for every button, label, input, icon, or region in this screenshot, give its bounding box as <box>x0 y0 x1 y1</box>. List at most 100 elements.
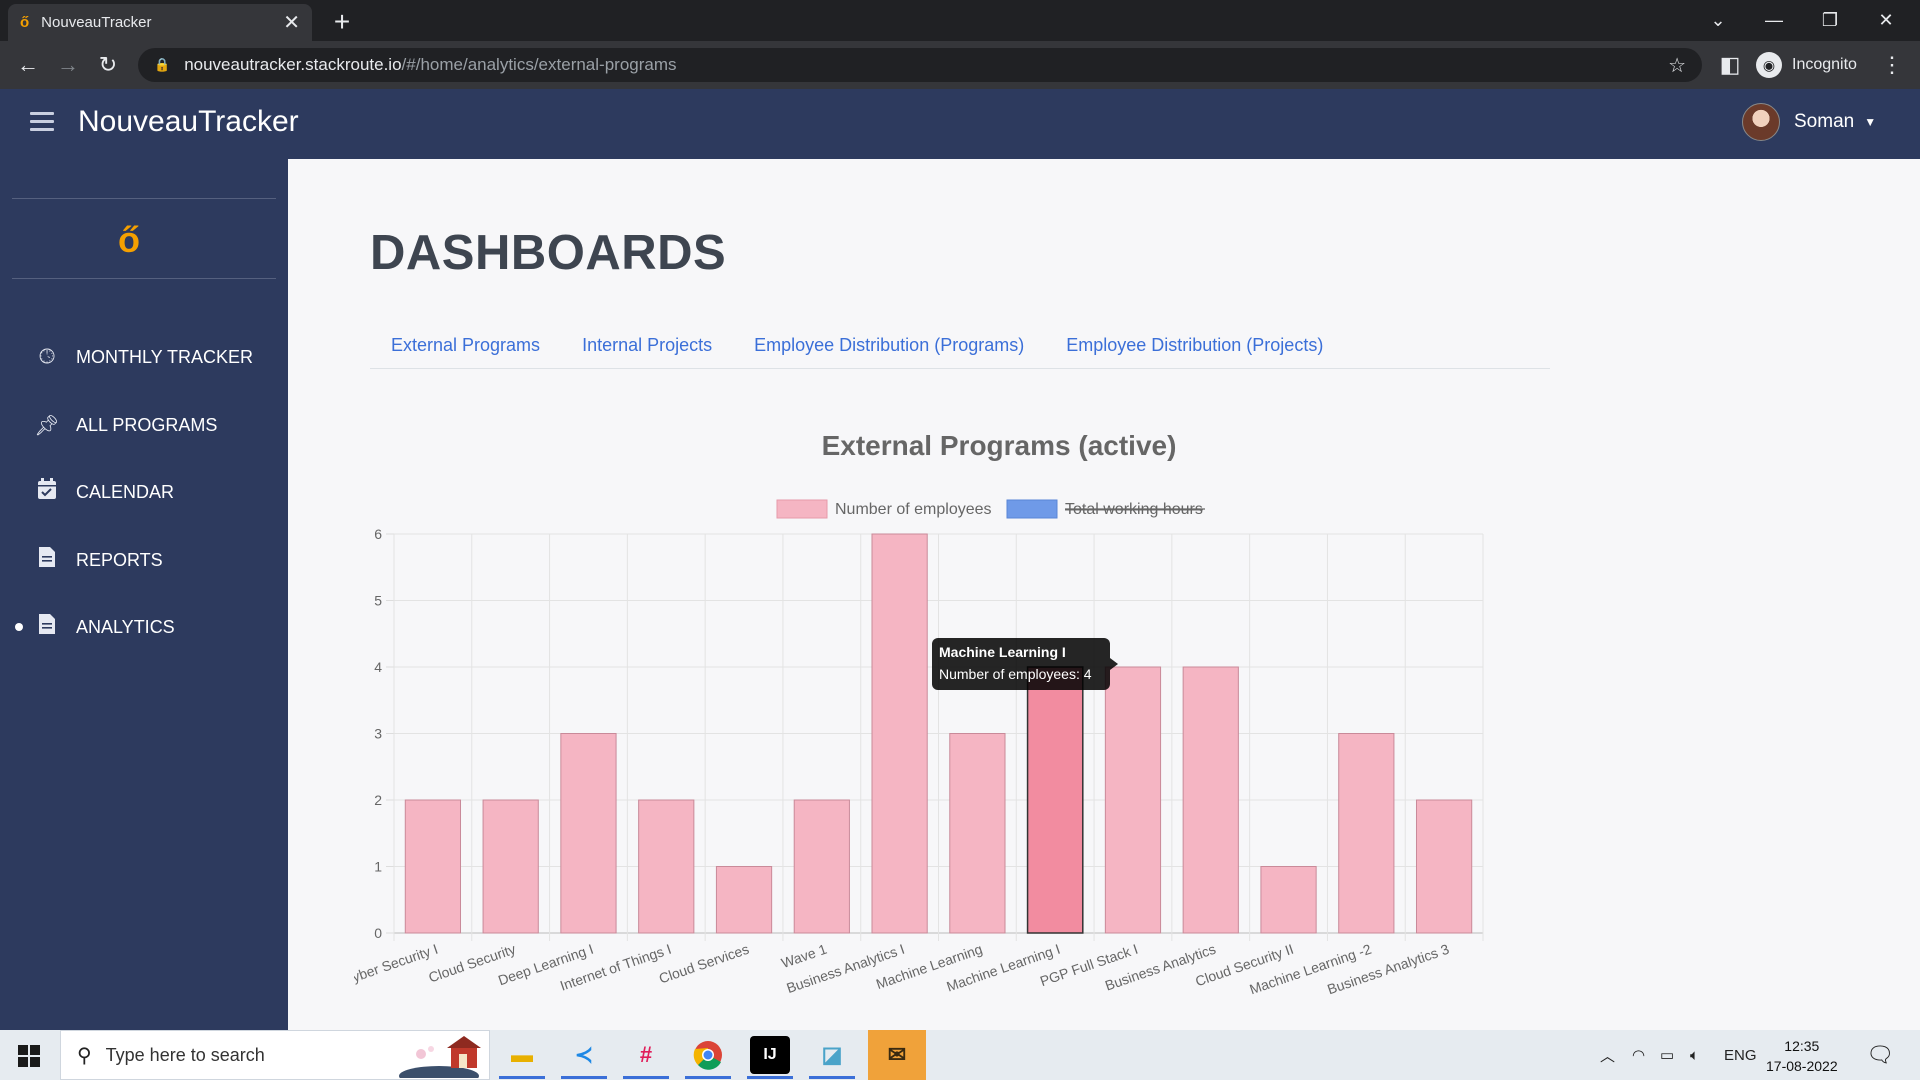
mail-app-icon[interactable]: ✉ <box>868 1030 926 1080</box>
running-indicator <box>561 1076 607 1079</box>
running-indicator <box>809 1076 855 1079</box>
sidebar: ő 🕓︎ MONTHLY TRACKER 📌︎ ALL PROGRAMS CAL… <box>0 159 288 1030</box>
user-name: Soman <box>1794 111 1855 132</box>
chart-bar <box>638 799 695 934</box>
sidebar-item-calendar[interactable]: CALENDAR <box>0 472 288 512</box>
file-explorer-icon[interactable]: ▬ <box>502 1036 542 1074</box>
language-indicator[interactable]: ENG <box>1724 1030 1757 1080</box>
bookmark-star-icon[interactable]: ☆ <box>1668 53 1686 78</box>
notifications-icon[interactable]: 🗨︎ <box>1866 1030 1894 1080</box>
browser-tab[interactable]: ő NouveauTracker ✕ <box>8 4 312 41</box>
sidebar-item-analytics[interactable]: ANALYTICS <box>0 607 288 647</box>
app-icon[interactable]: ◪ <box>812 1036 852 1074</box>
x-tick-label: Cloud Services <box>657 941 751 987</box>
document-icon <box>34 546 60 574</box>
back-icon[interactable]: ← <box>12 49 44 81</box>
bar-chart: External Programs (active) Number of empl… <box>340 409 1564 1034</box>
clock-icon: 🕓︎ <box>39 345 55 368</box>
legend-label: Number of employees <box>835 501 992 518</box>
dashboard-tabs: External Programs Internal Projects Empl… <box>370 327 1550 369</box>
browser-menu-icon[interactable]: ⋮ <box>1876 49 1908 81</box>
close-window-button[interactable]: ✕ <box>1858 0 1914 41</box>
browser-toolbar: ← → ↻ 🔒 nouveautracker.stackroute.io/#/h… <box>0 41 1920 89</box>
divider <box>12 198 276 199</box>
minimize-button[interactable]: — <box>1746 0 1802 41</box>
chart-bar <box>1338 733 1395 934</box>
y-tick-label: 1 <box>374 859 382 875</box>
tab-internal-projects[interactable]: Internal Projects <box>561 327 733 368</box>
sidebar-item-label: ANALYTICS <box>76 616 175 637</box>
app-brand[interactable]: NouveauTracker <box>78 105 299 139</box>
intellij-icon[interactable]: IJ <box>750 1036 790 1074</box>
hamburger-menu-icon[interactable] <box>30 112 54 132</box>
tooltip-label: Number of employees: 4 <box>939 666 1092 682</box>
chart-bar <box>1415 799 1473 934</box>
chart-bar <box>1104 666 1162 934</box>
main-content: DASHBOARDS External Programs Internal Pr… <box>288 159 1920 1030</box>
avatar <box>1742 103 1780 141</box>
chart-bar <box>793 799 850 934</box>
sidebar-item-monthly-tracker[interactable]: 🕓︎ MONTHLY TRACKER <box>0 337 288 377</box>
tab-external-programs[interactable]: External Programs <box>370 327 561 368</box>
url-text: nouveautracker.stackroute.io/#/home/anal… <box>184 55 677 74</box>
windows-start-icon[interactable] <box>18 1045 40 1067</box>
sidebar-item-label: REPORTS <box>76 549 163 570</box>
tab-employee-distribution-programs[interactable]: Employee Distribution (Programs) <box>733 327 1045 368</box>
chart-svg: External Programs (active) Number of empl… <box>340 430 1484 997</box>
slack-icon[interactable]: # <box>626 1036 666 1074</box>
app-logo-icon: ő <box>118 219 140 260</box>
x-tick-label: Wave 1 <box>779 941 829 971</box>
volume-icon[interactable]: 🔈︎ <box>1690 1030 1699 1080</box>
vscode-icon[interactable]: ≺ <box>564 1036 604 1074</box>
chart-bar <box>1182 666 1239 934</box>
y-tick-label: 4 <box>374 659 382 675</box>
legend-swatch <box>1006 499 1058 519</box>
divider <box>12 278 276 279</box>
app-header: NouveauTracker Soman ▼ <box>0 89 1920 159</box>
tray-chevron-icon[interactable]: ︿ <box>1600 1030 1615 1080</box>
network-icon[interactable]: ◠ <box>1632 1030 1645 1080</box>
taskbar-search-box[interactable]: ⚲ Type here to search <box>60 1030 490 1080</box>
browser-tab-bar: ő NouveauTracker ✕ + ⌄ — ❐ ✕ <box>0 0 1920 41</box>
search-highlight-illustration <box>399 1032 489 1080</box>
search-placeholder: Type here to search <box>105 1044 265 1065</box>
chart-bar <box>482 799 539 934</box>
side-panel-icon[interactable]: ◧ <box>1714 49 1746 81</box>
sidebar-item-label: CALENDAR <box>76 481 175 502</box>
calendar-check-icon <box>34 478 60 506</box>
user-menu[interactable]: Soman ▼ <box>1742 103 1876 141</box>
new-tab-button[interactable]: + <box>324 4 360 40</box>
lock-icon: 🔒 <box>154 57 171 72</box>
tab-employee-distribution-projects[interactable]: Employee Distribution (Projects) <box>1045 327 1344 368</box>
chart-bar <box>949 733 1006 934</box>
system-clock[interactable]: 12:35 17-08-2022 <box>1766 1036 1838 1076</box>
forward-icon[interactable]: → <box>52 49 84 81</box>
incognito-profile-button[interactable]: ◉ Incognito <box>1756 48 1857 82</box>
tab-title: NouveauTracker <box>41 14 152 31</box>
chrome-icon[interactable] <box>688 1036 728 1074</box>
sidebar-item-label: ALL PROGRAMS <box>76 414 218 435</box>
battery-icon[interactable]: ▭ <box>1660 1030 1674 1080</box>
y-tick-label: 6 <box>374 526 382 542</box>
sidebar-item-all-programs[interactable]: 📌︎ ALL PROGRAMS <box>0 405 288 445</box>
running-indicator <box>685 1076 731 1079</box>
tab-search-chevron-icon[interactable]: ⌄ <box>1690 0 1746 41</box>
active-indicator <box>15 623 23 631</box>
y-tick-label: 3 <box>374 726 382 742</box>
legend-swatch <box>776 499 828 519</box>
address-bar[interactable]: 🔒 nouveautracker.stackroute.io/#/home/an… <box>138 48 1702 82</box>
running-indicator <box>623 1076 669 1079</box>
close-tab-icon[interactable]: ✕ <box>283 10 300 35</box>
page-title: DASHBOARDS <box>370 226 727 280</box>
restore-button[interactable]: ❐ <box>1802 0 1858 41</box>
clock-time: 12:35 <box>1784 1038 1820 1054</box>
reload-icon[interactable]: ↻ <box>92 49 124 81</box>
sidebar-item-reports[interactable]: REPORTS <box>0 540 288 580</box>
chart-bar <box>560 733 617 934</box>
favicon-icon: ő <box>20 14 30 31</box>
running-indicator <box>747 1076 793 1079</box>
incognito-label: Incognito <box>1792 56 1857 73</box>
x-tick-label: Cyber Security I <box>354 941 440 989</box>
y-tick-label: 2 <box>374 792 382 808</box>
clock-date: 17-08-2022 <box>1766 1058 1838 1074</box>
